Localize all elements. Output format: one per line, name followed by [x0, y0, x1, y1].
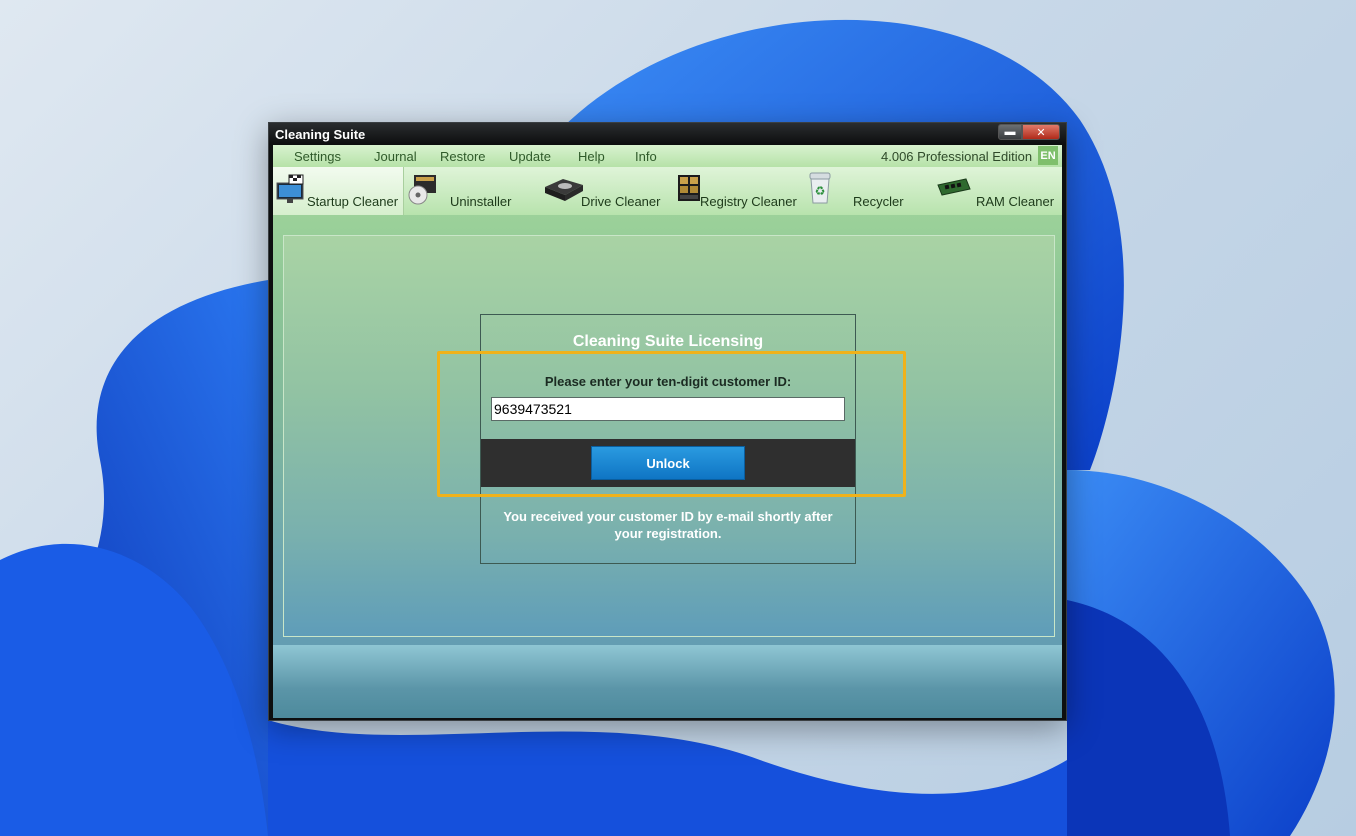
highlight-frame — [437, 351, 906, 497]
menu-restore[interactable]: Restore — [440, 149, 486, 164]
tab-drive-cleaner[interactable]: Drive Cleaner — [537, 167, 669, 215]
tab-label: Drive Cleaner — [581, 194, 661, 209]
window-title: Cleaning Suite — [275, 127, 366, 142]
recycle-bin-icon: ♻ — [809, 172, 831, 204]
svg-text:♻: ♻ — [815, 184, 826, 198]
menu-settings[interactable]: Settings — [294, 149, 341, 164]
help-line-2: your registration. — [614, 526, 722, 541]
minimize-icon: ▬ — [1004, 126, 1016, 138]
hard-drive-icon — [545, 179, 583, 201]
tab-recycler[interactable]: ♻ Recycler — [799, 167, 931, 215]
title-bar[interactable]: Cleaning Suite ▬ ✕ — [269, 123, 1066, 145]
close-button[interactable]: ✕ — [1022, 124, 1060, 140]
box-disc-icon — [408, 175, 436, 205]
tab-label: Registry Cleaner — [700, 194, 797, 209]
ram-module-icon — [937, 178, 971, 196]
menu-help[interactable]: Help — [578, 149, 605, 164]
menu-info[interactable]: Info — [635, 149, 657, 164]
minimize-button[interactable]: ▬ — [998, 124, 1022, 140]
tab-label: RAM Cleaner — [976, 194, 1055, 209]
tab-uninstaller[interactable]: Uninstaller — [404, 167, 536, 215]
menu-bar: Settings Journal Restore Update Help Inf… — [273, 145, 1062, 167]
language-button[interactable]: EN — [1038, 146, 1058, 165]
tab-startup-cleaner[interactable]: Startup Cleaner — [273, 167, 404, 215]
edition-label: 4.006 Professional Edition — [881, 149, 1033, 164]
tab-label: Startup Cleaner — [307, 194, 399, 209]
tab-ram-cleaner[interactable]: RAM Cleaner — [932, 167, 1062, 215]
monitor-flag-icon — [276, 174, 304, 203]
licensing-title: Cleaning Suite Licensing — [572, 333, 764, 350]
tab-registry-cleaner[interactable]: Registry Cleaner — [670, 167, 798, 215]
tab-label: Recycler — [853, 194, 904, 209]
help-line-1: You received your customer ID by e-mail … — [503, 509, 833, 524]
menu-update[interactable]: Update — [509, 149, 551, 164]
status-area — [273, 645, 1062, 718]
menu-journal[interactable]: Journal — [374, 149, 417, 164]
window-controls: ▬ ✕ — [998, 124, 1060, 140]
close-icon: ✕ — [1036, 126, 1046, 139]
module-tabs: Startup Cleaner Uninstaller Drive Cleane… — [273, 167, 1062, 215]
tab-label: Uninstaller — [450, 194, 512, 209]
customer-id-help: You received your customer ID by e-mail … — [481, 508, 855, 542]
